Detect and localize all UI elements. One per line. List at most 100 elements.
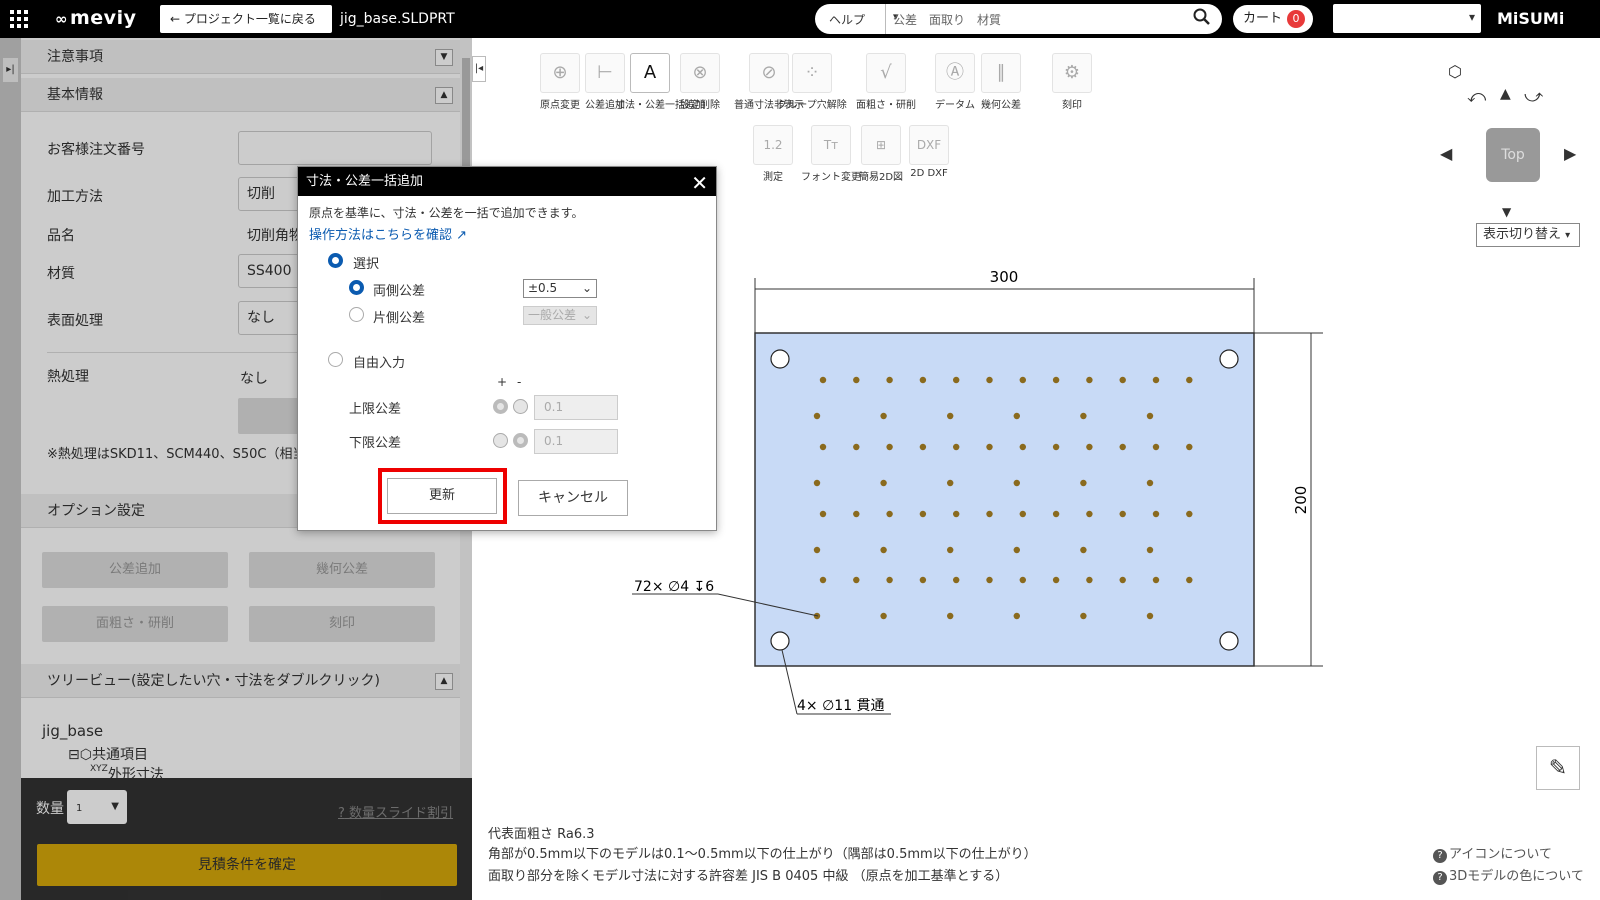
both-tolerance-select[interactable]: ±0.5 ⌄ [523,279,597,298]
small-hole[interactable] [1080,612,1087,620]
small-hole[interactable] [953,376,960,384]
small-hole[interactable] [819,510,827,518]
small-hole[interactable] [819,376,827,384]
small-hole[interactable] [1013,546,1020,554]
big-hole[interactable] [770,349,790,369]
small-hole[interactable] [1080,479,1087,487]
small-hole[interactable] [1152,576,1160,584]
cancel-button[interactable]: キャンセル [518,480,628,516]
small-hole[interactable] [1186,576,1193,584]
small-hole[interactable] [1152,376,1160,384]
small-hole[interactable] [853,376,860,384]
height-dimension[interactable]: 200 [1292,486,1310,515]
small-hole[interactable] [1013,612,1020,620]
small-hole[interactable] [919,510,927,518]
small-hole[interactable] [853,443,860,451]
small-hole[interactable] [1146,612,1154,620]
lower-minus-radio[interactable] [513,433,528,448]
small-hole[interactable] [1146,412,1154,420]
small-hole[interactable] [880,546,887,554]
small-hole[interactable] [1080,412,1087,420]
small-hole-note[interactable]: 72× ∅4 ↧6 [634,579,714,595]
small-hole[interactable] [1013,412,1020,420]
small-hole[interactable] [947,479,954,487]
footer-line-1: 代表面粗さ Ra6.3 [488,827,595,842]
small-hole[interactable] [1146,479,1154,487]
big-hole[interactable] [770,631,790,651]
small-hole[interactable] [919,443,927,451]
small-hole[interactable] [1086,376,1093,384]
small-hole[interactable] [1080,546,1087,554]
small-hole[interactable] [1186,443,1193,451]
big-hole[interactable] [1219,631,1239,651]
small-hole[interactable] [947,546,954,554]
small-hole[interactable] [986,576,993,584]
small-hole[interactable] [1052,576,1060,584]
small-hole[interactable] [947,412,954,420]
small-hole[interactable] [1052,510,1060,518]
small-hole[interactable] [813,479,821,487]
small-hole[interactable] [1052,376,1060,384]
small-hole[interactable] [1019,576,1026,584]
small-hole[interactable] [813,546,821,554]
close-icon[interactable]: ✕ [691,169,708,198]
small-hole[interactable] [1019,376,1026,384]
small-hole[interactable] [819,576,827,584]
lower-plus-radio[interactable] [493,433,508,448]
upper-tolerance-input[interactable]: 0.1 [534,395,618,420]
edit-note-icon[interactable]: ✎ [1536,746,1580,790]
one-tolerance-radio[interactable] [349,307,364,322]
small-hole[interactable] [947,612,954,620]
small-hole[interactable] [880,612,887,620]
small-hole[interactable] [1186,510,1193,518]
small-hole[interactable] [1146,546,1154,554]
select-radio[interactable] [328,253,343,268]
small-hole[interactable] [1119,576,1126,584]
small-hole[interactable] [1119,443,1126,451]
small-hole[interactable] [886,376,893,384]
upper-plus-radio[interactable] [493,399,508,414]
big-hole[interactable] [1219,349,1239,369]
small-hole[interactable] [1019,443,1026,451]
small-hole[interactable] [1019,510,1026,518]
update-button[interactable]: 更新 [387,478,497,514]
small-hole[interactable] [1186,376,1193,384]
small-hole[interactable] [986,510,993,518]
small-hole[interactable] [853,576,860,584]
lower-tolerance-input[interactable]: 0.1 [534,429,618,454]
plate[interactable] [754,332,1255,667]
small-hole[interactable] [919,376,927,384]
small-hole[interactable] [986,443,993,451]
small-hole[interactable] [953,510,960,518]
small-hole[interactable] [886,576,893,584]
small-hole[interactable] [953,443,960,451]
one-tolerance-select[interactable]: 一般公差 ⌄ [523,306,597,325]
small-hole[interactable] [1086,510,1093,518]
free-input-radio[interactable] [328,352,343,367]
small-hole[interactable] [953,576,960,584]
small-hole[interactable] [1119,376,1126,384]
upper-minus-radio[interactable] [513,399,528,414]
small-hole[interactable] [1119,510,1126,518]
small-hole[interactable] [886,443,893,451]
small-hole[interactable] [880,412,887,420]
small-hole[interactable] [986,376,993,384]
both-tolerance-radio[interactable] [349,280,364,295]
small-hole[interactable] [1152,510,1160,518]
big-hole-note[interactable]: 4× ∅11 貫通 [797,698,885,714]
small-hole[interactable] [853,510,860,518]
small-hole[interactable] [886,510,893,518]
small-hole[interactable] [813,412,821,420]
small-hole[interactable] [1152,443,1160,451]
small-hole[interactable] [1086,576,1093,584]
small-hole[interactable] [919,576,927,584]
color-help-link[interactable]: ? 3Dモデルの色について [1433,865,1584,885]
icon-help-link[interactable]: ? アイコンについて [1433,843,1552,863]
small-hole[interactable] [1052,443,1060,451]
small-hole[interactable] [880,479,887,487]
small-hole[interactable] [1013,479,1020,487]
small-hole[interactable] [819,443,827,451]
width-dimension[interactable]: 300 [990,268,1019,286]
help-link[interactable]: 操作方法はこちらを確認 ↗ [309,224,467,243]
small-hole[interactable] [1086,443,1093,451]
